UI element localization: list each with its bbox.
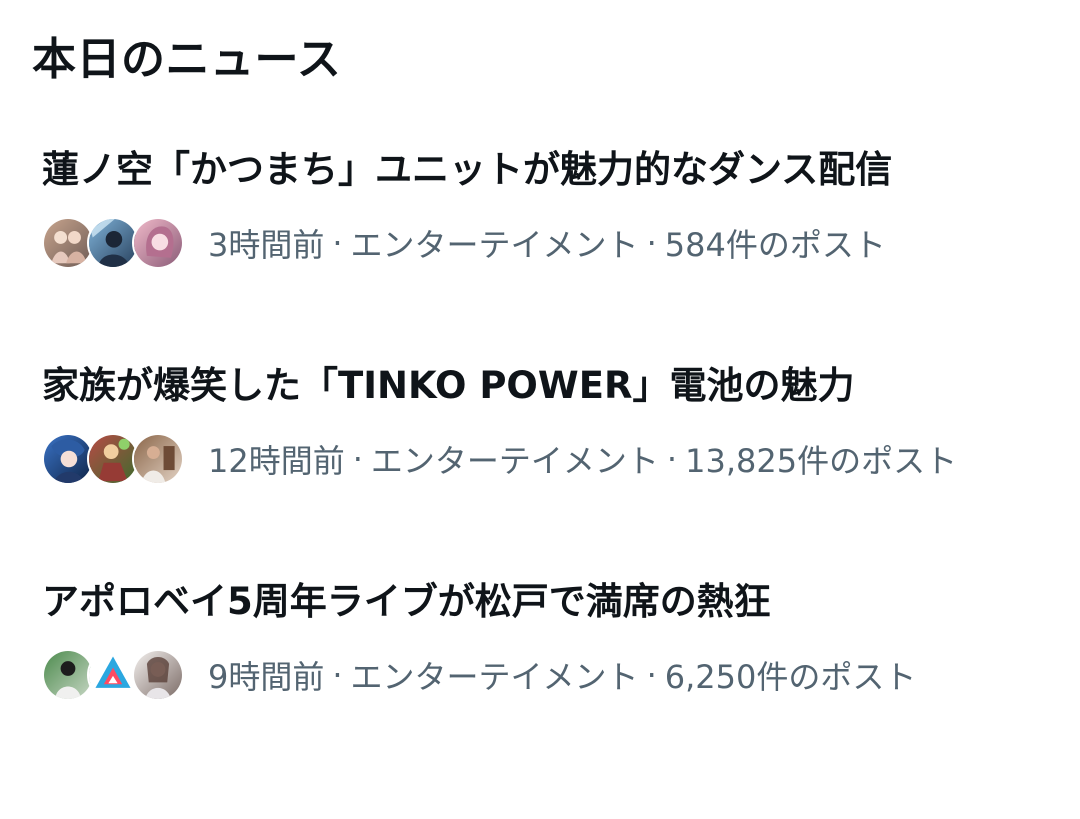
news-post-count: 584件のポスト <box>664 226 886 264</box>
news-meta: 3時間前 · エンターテイメント · 584件のポスト <box>42 214 886 272</box>
news-list: 蓮ノ空「かつまち」ユニットが魅力的なダンス配信 3時間前 · エンターテイメント… <box>32 148 1080 819</box>
avatar <box>132 433 184 485</box>
avatar-group <box>42 217 188 269</box>
news-meta-text: 12時間前 · エンターテイメント · 13,825件のポスト <box>208 436 957 482</box>
news-headline[interactable]: 蓮ノ空「かつまち」ユニットが魅力的なダンス配信 <box>42 146 892 194</box>
news-time: 3時間前 <box>208 226 325 264</box>
meta-separator: · <box>332 656 343 694</box>
news-meta: 12時間前 · エンターテイメント · 13,825件のポスト <box>42 430 957 488</box>
meta-separator: · <box>332 224 343 262</box>
news-item[interactable]: アポロベイ5周年ライブが松戸で満席の熱狂 9時間前 · エンターテイメント · … <box>32 580 1080 819</box>
news-category[interactable]: エンターテイメント <box>351 220 639 266</box>
avatar-group <box>42 433 188 485</box>
news-headline[interactable]: 家族が爆笑した「TINKO POWER」電池の魅力 <box>42 362 854 410</box>
today-news-panel: 本日のニュース 蓮ノ空「かつまち」ユニットが魅力的なダンス配信 3時間前 · エ… <box>0 0 1080 748</box>
news-meta: 9時間前 · エンターテイメント · 6,250件のポスト <box>42 646 916 704</box>
news-category[interactable]: エンターテイメント <box>371 436 659 482</box>
news-post-count: 6,250件のポスト <box>664 658 917 696</box>
avatar <box>132 649 184 701</box>
avatar-group <box>42 649 188 701</box>
news-meta-text: 3時間前 · エンターテイメント · 584件のポスト <box>208 220 886 266</box>
meta-separator: · <box>666 440 678 478</box>
avatar <box>132 217 184 269</box>
news-meta-text: 9時間前 · エンターテイメント · 6,250件のポスト <box>208 652 916 698</box>
news-time: 12時間前 <box>208 442 345 480</box>
news-item[interactable]: 蓮ノ空「かつまち」ユニットが魅力的なダンス配信 3時間前 · エンターテイメント… <box>32 148 1080 387</box>
news-headline[interactable]: アポロベイ5周年ライブが松戸で満席の熱狂 <box>42 578 771 626</box>
meta-separator: · <box>646 656 657 694</box>
meta-separator: · <box>646 224 657 262</box>
news-time: 9時間前 <box>208 658 325 696</box>
news-post-count: 13,825件のポスト <box>685 442 958 480</box>
meta-separator: · <box>352 440 363 478</box>
news-item[interactable]: 家族が爆笑した「TINKO POWER」電池の魅力 12時間前 · エンターテイ… <box>32 364 1080 603</box>
news-category[interactable]: エンターテイメント <box>351 652 639 698</box>
section-title: 本日のニュース <box>32 34 342 85</box>
